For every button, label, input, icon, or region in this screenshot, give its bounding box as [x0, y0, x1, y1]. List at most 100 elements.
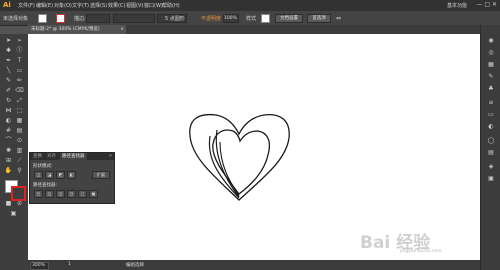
mesh-tool-icon[interactable]: #: [4, 127, 13, 135]
paintbrush-icon[interactable]: ✎: [4, 77, 13, 85]
blend-tool-icon[interactable]: ⊙: [15, 137, 24, 145]
artboard-canvas[interactable]: [28, 34, 480, 260]
baidu-watermark: Bai 经验 jingyan.baidu.com: [360, 228, 478, 258]
line-tool-icon[interactable]: ╲: [4, 67, 13, 75]
symbol-sprayer-icon[interactable]: ✺: [4, 147, 13, 155]
selection-tool-icon[interactable]: ➤: [4, 37, 13, 45]
menu-effect[interactable]: 效果(C): [108, 2, 125, 9]
free-transform-icon[interactable]: ⬚: [15, 107, 24, 115]
zoom-tool-icon[interactable]: ⚲: [15, 167, 24, 175]
tab-pathfinder[interactable]: 路径查找器: [60, 153, 87, 160]
opacity-field[interactable]: 100%: [223, 14, 239, 23]
tab-align[interactable]: 对齐: [45, 153, 58, 160]
none-color-icon[interactable]: ⊘: [15, 200, 24, 208]
menu-window[interactable]: 窗口(W): [144, 2, 163, 9]
shape-mode-label: 形状模式:: [33, 164, 53, 169]
blend-spine-path-2[interactable]: [215, 129, 240, 198]
pen-tool-icon[interactable]: ✒: [4, 57, 13, 65]
window-controls[interactable]: — □ ✕: [476, 1, 497, 8]
menu-file[interactable]: 文件(F): [18, 2, 35, 9]
opacity-label[interactable]: 不透明度: [201, 15, 221, 22]
app-logo: Ai: [3, 1, 11, 9]
eraser-icon[interactable]: ⌫: [15, 87, 24, 95]
variable-width-profile[interactable]: [113, 14, 155, 23]
pathfinder-label: 路径查找器:: [33, 183, 58, 188]
layers-icon[interactable]: ◈: [486, 163, 496, 171]
inner-heart-shape[interactable]: [212, 129, 271, 195]
blob-brush-icon[interactable]: ✐: [4, 87, 13, 95]
appearance-icon[interactable]: ◯: [486, 137, 496, 145]
selection-mode-label: 未选择对象: [3, 16, 29, 22]
expand-button[interactable]: 扩展: [92, 171, 110, 179]
brushes-icon[interactable]: ✎: [486, 73, 496, 81]
artboard-number[interactable]: 1: [68, 262, 71, 267]
hand-tool-icon[interactable]: ✋: [4, 167, 13, 175]
menu-select[interactable]: 选择(S): [90, 2, 107, 9]
divide-icon[interactable]: ◰: [34, 190, 43, 198]
menu-object[interactable]: 对象(O): [54, 2, 72, 9]
stroke-weight-field[interactable]: [86, 14, 110, 23]
panel-tab-strip: 变换 对齐 路径查找器 »: [30, 153, 114, 160]
graphic-styles-icon[interactable]: ▤: [486, 149, 496, 157]
color-mode-icon[interactable]: ■: [4, 200, 13, 208]
panel-collapse-icon[interactable]: »: [109, 153, 112, 160]
style-swatch[interactable]: [261, 14, 270, 23]
merge-icon[interactable]: ◲: [56, 190, 65, 198]
minus-front-icon[interactable]: ◪: [45, 171, 54, 179]
brush-label: 5 点圆形: [165, 16, 185, 22]
outer-heart-shape[interactable]: [189, 113, 290, 201]
menu-edit[interactable]: 编辑(E): [36, 2, 53, 9]
pathfinder-panel: 变换 对齐 路径查找器 » 形状模式: ◫ ◪ ◩ ◧ 扩展 路径查找器: ◰ …: [29, 152, 115, 204]
stroke-panel-icon[interactable]: ≡: [486, 99, 496, 107]
document-setup-button[interactable]: 文档设置: [275, 14, 303, 23]
direct-selection-tool-icon[interactable]: ➢: [15, 37, 24, 45]
status-bar: 300% 1 编组选择: [28, 260, 480, 270]
outline-icon[interactable]: ▢: [78, 190, 87, 198]
menu-type[interactable]: 文字(T): [72, 2, 89, 9]
type-tool-icon[interactable]: T: [15, 57, 24, 65]
slice-tool-icon[interactable]: ⟋: [15, 157, 24, 165]
menu-bar: Ai 文件(F) 编辑(E) 对象(O) 文字(T) 选择(S) 效果(C) 视…: [0, 0, 500, 11]
close-tab-icon[interactable]: ×: [120, 25, 124, 34]
exclude-icon[interactable]: ◧: [67, 171, 76, 179]
gradient-panel-icon[interactable]: ▭: [486, 111, 496, 119]
arrange-icon[interactable]: ⇔: [336, 15, 341, 22]
zoom-level-field[interactable]: 300%: [30, 262, 49, 270]
document-tab[interactable]: 未标题-2* @ 300% (CMYK/预览) ×: [28, 25, 126, 34]
stroke-color-box[interactable]: [11, 186, 26, 201]
magic-wand-icon[interactable]: ✱: [4, 47, 13, 55]
gradient-tool-icon[interactable]: ▤: [15, 127, 24, 135]
pencil-icon[interactable]: ✏: [15, 77, 24, 85]
swatches-icon[interactable]: ▦: [486, 61, 496, 69]
transparency-icon[interactable]: ◐: [486, 123, 496, 131]
rectangle-tool-icon[interactable]: ▭: [15, 67, 24, 75]
intersect-icon[interactable]: ◩: [56, 171, 65, 179]
graph-tool-icon[interactable]: ▥: [15, 147, 24, 155]
symbols-icon[interactable]: ♣: [486, 85, 496, 93]
menu-view[interactable]: 视图(V): [126, 2, 143, 9]
tab-transform[interactable]: 变换: [31, 153, 44, 160]
color-panel-icon[interactable]: ◉: [486, 37, 496, 45]
document-title: 未标题-2* @ 300% (CMYK/预览): [31, 27, 100, 32]
width-tool-icon[interactable]: ⋈: [4, 107, 13, 115]
trim-icon[interactable]: ◱: [45, 190, 54, 198]
artboard-tool-icon[interactable]: ⊞: [4, 157, 13, 165]
unite-icon[interactable]: ◫: [34, 171, 43, 179]
fill-swatch[interactable]: [38, 14, 47, 23]
minus-back-icon[interactable]: ▣: [89, 190, 98, 198]
shape-builder-icon[interactable]: ◐: [4, 117, 13, 125]
scale-tool-icon[interactable]: ⤢: [15, 97, 24, 105]
artboards-icon[interactable]: ▣: [486, 175, 496, 183]
crop-icon[interactable]: ◳: [67, 190, 76, 198]
lasso-icon[interactable]: ⓛ: [15, 47, 24, 55]
screen-mode-icon[interactable]: ▣: [9, 210, 18, 218]
eyedropper-icon[interactable]: ⌒: [4, 137, 13, 145]
rotate-tool-icon[interactable]: ↻: [4, 97, 13, 105]
preferences-button[interactable]: 首选项: [307, 14, 331, 23]
workspace-switcher[interactable]: 基本功能: [447, 2, 467, 9]
stroke-swatch[interactable]: [56, 14, 65, 23]
color-guide-icon[interactable]: ◎: [486, 49, 496, 57]
menu-help[interactable]: 帮助(H): [162, 2, 180, 9]
document-tab-bar: 未标题-2* @ 300% (CMYK/预览) ×: [28, 25, 480, 34]
perspective-grid-icon[interactable]: ▦: [15, 117, 24, 125]
